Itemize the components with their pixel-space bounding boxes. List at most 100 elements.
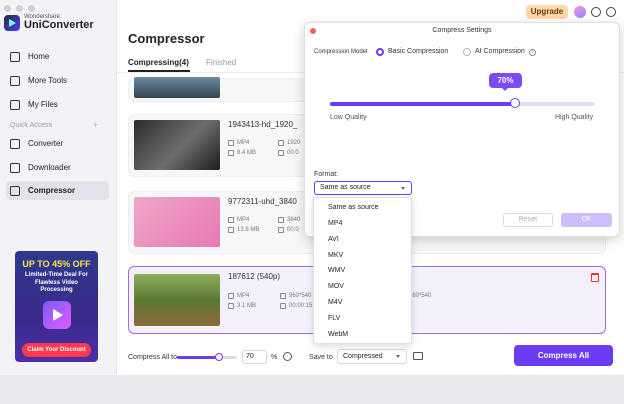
trash-icon[interactable] xyxy=(591,273,599,282)
clock-icon xyxy=(278,227,284,233)
video-thumbnail xyxy=(134,120,220,170)
headset-icon[interactable] xyxy=(606,7,616,17)
compress-slider[interactable] xyxy=(177,353,237,361)
ok-button[interactable]: OK xyxy=(561,213,612,227)
promo-banner[interactable]: UP TO 45% OFF Limited-Time Deal For Flaw… xyxy=(15,251,98,362)
output-resolution: 960*540 xyxy=(409,293,432,299)
info-icon[interactable]: i xyxy=(529,49,536,56)
file-resolution: 1920 xyxy=(278,140,300,146)
claim-discount-button[interactable]: Claim Your Discount xyxy=(22,343,91,357)
format-icon xyxy=(228,140,234,146)
save-to-value: Compressed xyxy=(343,353,383,360)
save-to-select[interactable]: Compressed xyxy=(337,349,407,364)
add-quick-access-icon[interactable]: + xyxy=(93,120,98,130)
reset-button[interactable]: Reset xyxy=(503,213,553,227)
home-icon xyxy=(10,51,20,62)
promo-title: UP TO 45% OFF xyxy=(22,259,91,269)
file-resolution: 960*540 xyxy=(280,293,311,299)
basic-compression-label: Basic Compression xyxy=(388,48,449,55)
tab-compressing[interactable]: Compressing(4) xyxy=(128,58,189,67)
video-thumbnail xyxy=(134,274,220,326)
compress-all-to-label: Compress All to xyxy=(128,354,178,361)
ai-compression-radio[interactable] xyxy=(463,48,471,56)
message-icon[interactable] xyxy=(591,7,601,17)
sidebar-item-label: More Tools xyxy=(28,76,67,85)
format-option-webm[interactable]: WebM xyxy=(328,331,348,338)
tab-finished[interactable]: Finished xyxy=(206,58,236,67)
percent-input[interactable]: 70 xyxy=(242,350,267,364)
promo-subtitle: Limited-Time Deal For Flawless Video Pro… xyxy=(25,271,88,294)
format-option-mkv[interactable]: MKV xyxy=(328,252,343,259)
folder-open-icon[interactable] xyxy=(413,352,423,360)
clock-icon xyxy=(278,150,284,156)
sidebar-item-label: Compressor xyxy=(28,186,76,195)
avatar[interactable] xyxy=(574,6,586,18)
dialog-title: Compress Settings xyxy=(432,27,492,34)
format-option-wmv[interactable]: WMV xyxy=(328,267,345,274)
resolution-icon xyxy=(278,140,284,146)
format-icon xyxy=(228,217,234,223)
basic-compression-radio[interactable] xyxy=(376,48,384,56)
folder-icon xyxy=(228,150,234,156)
ai-compression-label: AI Compression xyxy=(475,48,525,55)
format-option-avi[interactable]: AVI xyxy=(328,236,339,243)
converter-icon xyxy=(10,138,20,149)
sidebar-item-my-files[interactable]: My Files xyxy=(6,95,109,114)
bottom-bar: Compress All to 70 % Save to Compressed … xyxy=(117,343,624,375)
sidebar: Wondershare UniConverter Home More Tools… xyxy=(0,0,117,375)
file-resolution: 3840 xyxy=(278,217,300,223)
clock-icon xyxy=(280,303,286,309)
window-controls xyxy=(4,5,35,12)
sidebar-item-label: Downloader xyxy=(28,163,71,172)
slider-handle[interactable] xyxy=(215,353,223,361)
format-option-m4v[interactable]: M4V xyxy=(328,299,342,306)
format-option-mov[interactable]: MOV xyxy=(328,283,344,290)
folder-icon xyxy=(228,227,234,233)
close-window-button[interactable] xyxy=(4,5,11,12)
sidebar-item-compressor[interactable]: Compressor xyxy=(6,181,109,200)
slider-fill xyxy=(330,102,515,106)
quality-slider[interactable] xyxy=(330,98,594,108)
format-option-mp4[interactable]: MP4 xyxy=(328,220,342,227)
app-logo: Wondershare UniConverter xyxy=(4,14,94,31)
file-name: 1943413-hd_1920_ xyxy=(228,120,298,129)
sidebar-item-label: Converter xyxy=(28,139,64,148)
compress-all-button[interactable]: Compress All xyxy=(514,345,613,366)
chevron-down-icon xyxy=(401,187,405,190)
upgrade-button[interactable]: Upgrade xyxy=(526,5,568,19)
app-logo-icon xyxy=(4,14,20,31)
file-format: MP4 xyxy=(228,140,249,146)
sidebar-item-downloader[interactable]: Downloader xyxy=(6,158,109,177)
file-size: 8.4 MB xyxy=(228,150,256,156)
sidebar-item-more-tools[interactable]: More Tools xyxy=(6,71,109,90)
file-duration: 00:0 xyxy=(278,150,299,156)
format-option-flv[interactable]: FLV xyxy=(328,315,340,322)
sidebar-item-converter[interactable]: Converter xyxy=(6,134,109,153)
page-title: Compressor xyxy=(128,31,205,46)
format-option-same-as-source[interactable]: Same as source xyxy=(328,204,379,211)
format-icon xyxy=(228,293,234,299)
compression-model-label: Compression Model xyxy=(314,49,368,55)
tools-icon xyxy=(10,75,20,86)
format-dropdown: Same as source MP4 AVI MKV WMV MOV M4V F… xyxy=(313,197,412,344)
sidebar-item-label: Home xyxy=(28,52,50,61)
format-label: Format: xyxy=(314,171,339,178)
percent-symbol: % xyxy=(271,354,278,361)
format-select[interactable]: Same as source xyxy=(314,181,412,195)
settings-icon[interactable] xyxy=(283,352,292,361)
file-duration: 00:00:15 xyxy=(280,303,312,309)
slider-handle[interactable] xyxy=(509,98,520,108)
minimize-window-button[interactable] xyxy=(16,5,23,12)
file-format: MP4 xyxy=(228,217,249,223)
download-icon xyxy=(10,162,20,173)
promo-play-icon xyxy=(42,301,71,330)
low-quality-label: Low Quality xyxy=(330,114,367,121)
folder-icon xyxy=(228,303,234,309)
high-quality-label: High Quality xyxy=(555,114,594,121)
file-size: 13.8 MB xyxy=(228,227,259,233)
sidebar-item-home[interactable]: Home xyxy=(6,47,109,66)
app-name: UniConverter xyxy=(24,19,94,31)
maximize-window-button[interactable] xyxy=(28,5,35,12)
file-size: 3.1 MB xyxy=(228,303,256,309)
compressor-icon xyxy=(10,185,20,196)
